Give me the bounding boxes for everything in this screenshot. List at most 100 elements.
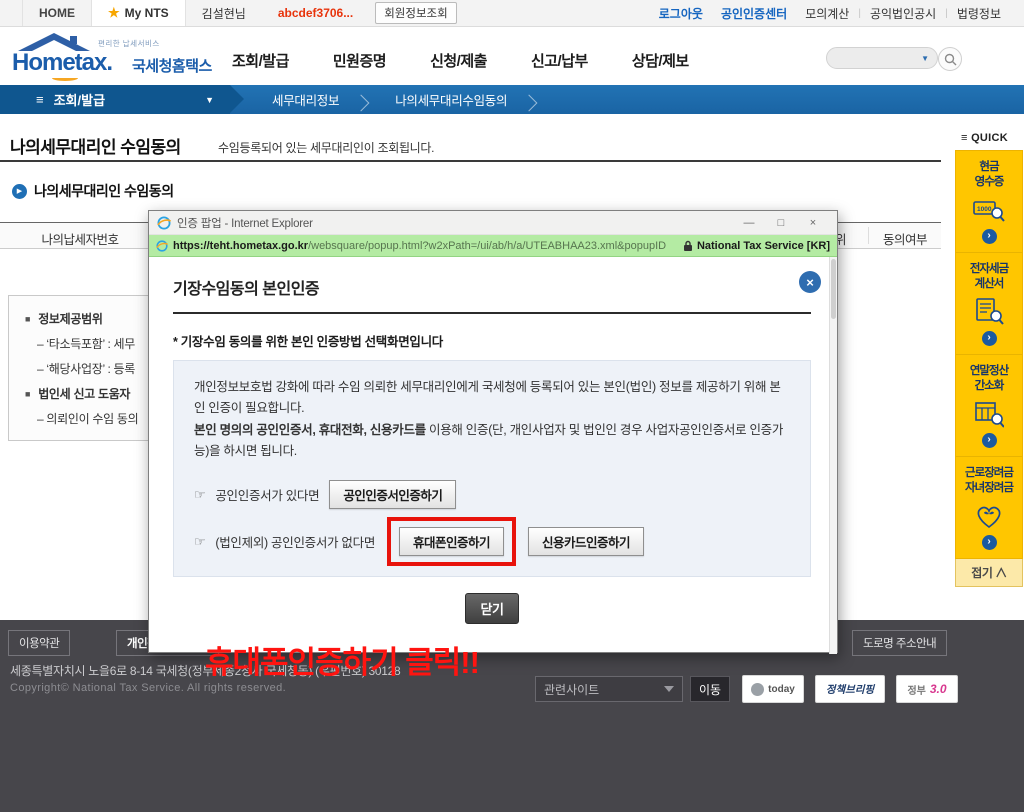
popup-heading-divider [173,312,811,314]
breadcrumb-item-tax-agent-info[interactable]: 세무대리정보 [258,90,381,109]
cert-center-link[interactable]: 공인인증센터 [712,5,796,22]
quick-item-cash-receipt[interactable]: 현금 영수증 1000 › [956,151,1022,253]
username-text: 김설현님 [201,6,246,21]
popup-address-bar[interactable]: https://teht.hometax.go.kr /websquare/po… [149,235,837,257]
popup-notice: * 기장수임 동의를 위한 본인 인증방법 선택화면입니다 [173,335,444,349]
search-caret-icon[interactable]: ▼ [921,54,929,63]
nav-inquiry-issue[interactable]: 조회/발급 [232,50,289,71]
popup-heading: 기장수임동의 본인인증 [173,281,320,298]
page-subtitle: 수임등록되어 있는 세무대리인이 조회됩니다. [218,141,435,155]
popup-body: 기장수임동의 본인인증 * 기장수임 동의를 위한 본인 인증방법 선택화면입니… [149,257,837,680]
auth-paragraph-2: 본인 명의의 공인인증서, 휴대전화, 신용카드를 이용해 인증(단, 개인사업… [194,422,784,458]
law-info-link[interactable]: 법령정보 [948,5,1010,22]
e-tax-invoice-icon [972,297,1006,327]
maximize-icon[interactable]: □ [765,217,797,229]
quick-fold-button[interactable]: 접기 ∧ [955,558,1023,587]
hamburger-icon: ≡ [36,92,44,107]
square-bullet-icon: ■ [25,389,31,399]
quick-panel: 현금 영수증 1000 › 전자세금 계산서 › 연말정산 간소화 › 근로장려… [955,150,1023,559]
incentive-heart-icon [972,501,1006,531]
road-address-button[interactable]: 도로명 주소안내 [852,630,948,656]
quick-item-work-child-incentive[interactable]: 근로장려금 자녀장려금 › [956,457,1022,558]
mynts-tab[interactable]: ★ My NTS [92,0,186,26]
quick-arrow-icon: › [981,534,997,550]
cert-auth-button[interactable]: 공인인증서인증하기 [329,480,457,509]
hometax-page: HOME ★ My NTS 김설현님 abcdef3706... 회원정보조회 … [0,0,1024,812]
nav-apply-submit[interactable]: 신청/제출 [430,50,487,71]
auth-popup-window: 인증 팝업 - Internet Explorer — □ × https://… [148,210,838,680]
related-sites-select[interactable]: 관련사이트 [535,676,683,702]
credit-card-auth-button[interactable]: 신용카드인증하기 [528,527,645,556]
svg-text:1000: 1000 [977,206,992,213]
breadcrumb-menu-dropdown[interactable]: ≡ 조회/발급 ▼ [0,85,244,114]
utility-topbar: HOME ★ My NTS 김설현님 abcdef3706... 회원정보조회 … [0,0,1024,27]
topbar-links: 로그아웃 공인인증센터 모의계산 | 공익법인공시 | 법령정보 [650,0,1010,26]
quick-sidebar: ≡ QUICK 현금 영수증 1000 › 전자세금 계산서 › 연말정산 간소… [955,132,1023,587]
no-cert-label: (법인제외) 공인인증서가 없다면 [215,536,376,550]
year-end-settlement-icon [972,399,1006,429]
auth-paragraph-2-bold: 본인 명의의 공인인증서, 휴대전화, 신용카드를 [194,422,426,437]
section-header: ▶ 나의세무대리인 수임동의 [12,181,174,201]
site-header: 편리한 납세서비스 Hometax. 국세청홈택스 조회/발급 민원증명 신청/… [0,28,1024,85]
gov-today-badge[interactable]: today [742,675,804,703]
breadcrumb-root-label: 조회/발급 [53,93,106,108]
breadcrumb-item-my-consent[interactable]: 나의세무대리수임동의 [381,90,549,109]
logo-subtext: 국세청홈택스 [132,58,212,75]
popup-window-title: 인증 팝업 - Internet Explorer [177,217,313,230]
quick-arrow-icon: › [981,432,997,448]
popup-titlebar[interactable]: 인증 팝업 - Internet Explorer — □ × [149,211,837,235]
popup-scrollbar[interactable] [829,257,837,654]
certificate-label[interactable]: National Tax Service [KR] [683,240,830,252]
popup-close-icon[interactable]: × [799,271,821,293]
pointing-hand-icon: ☞ [194,486,206,502]
padlock-icon [683,240,692,251]
gov-today-logo-icon [751,682,765,696]
column-divider [868,227,869,244]
breadcrumb: 세무대리정보 나의세무대리수임동의 [258,85,549,114]
quick-item-year-end-settlement[interactable]: 연말정산 간소화 › [956,355,1022,457]
nav-civil-cert[interactable]: 민원증명 [333,50,387,71]
scrollbar-thumb[interactable] [831,259,836,319]
quick-item-e-tax-invoice[interactable]: 전자세금 계산서 › [956,253,1022,355]
public-corp-link[interactable]: 공익법인공시 [861,5,945,22]
mynts-label: My NTS [124,6,169,20]
section-title: 나의세무대리인 수임동의 [34,183,174,199]
phone-auth-button[interactable]: 휴대폰인증하기 [399,527,505,556]
search-input[interactable]: ▼ [826,47,938,69]
window-controls: — □ × [733,217,829,229]
logout-link[interactable]: 로그아웃 [650,5,712,22]
terms-button[interactable]: 이용약관 [8,630,71,656]
member-info-button[interactable]: 회원정보조회 [375,2,457,24]
ie-icon [157,216,171,229]
logo-text: Hometax. [12,49,113,76]
mock-calc-link[interactable]: 모의계산 [796,5,858,22]
select-caret-icon [664,686,674,692]
home-link[interactable]: HOME [22,0,92,26]
breadcrumb-bar: ≡ 조회/발급 ▼ 세무대리정보 나의세무대리수임동의 [0,85,1024,114]
search-button[interactable] [938,47,962,71]
col-taxpayer-number: 나의납세자번호 [41,233,119,247]
ie-icon [156,239,168,252]
col-consent: 동의여부 [882,233,928,247]
go-button[interactable]: 이동 [690,676,730,702]
phone-card-auth-row: ☞ (법인제외) 공인인증서가 없다면 휴대폰인증하기 신용카드인증하기 [194,517,790,566]
star-icon: ★ [108,5,120,20]
square-bullet-icon: ■ [25,314,31,324]
section-bullet-icon: ▶ [12,183,27,199]
url-domain: https://teht.hometax.go.kr [173,239,309,252]
gov30-badge[interactable]: 정부 3.0 [896,675,958,703]
auth-method-box: 개인정보보호법 강화에 따라 수임 의뢰한 세무대리인에게 국세청에 등록되어 … [173,360,811,577]
nav-report-pay[interactable]: 신고/납부 [531,50,588,71]
logo-tagline: 편리한 납세서비스 [98,39,160,48]
footer-copyright: Copyright© National Tax Service. All rig… [10,682,287,694]
quick-arrow-icon: › [981,330,997,346]
close-button[interactable]: 닫기 [464,593,520,624]
minimize-icon[interactable]: — [733,217,765,229]
logo-swoosh-decoration [52,75,78,81]
policy-briefing-badge[interactable]: 정책브리핑 [815,675,885,703]
close-window-icon[interactable]: × [797,217,829,229]
cert-auth-row: ☞ 공인인증서가 있다면 공인인증서인증하기 [194,480,790,509]
related-sites-label: 관련사이트 [544,682,600,697]
hometax-logo[interactable]: 편리한 납세서비스 Hometax. 국세청홈택스 [10,32,230,82]
nav-counsel-report[interactable]: 상담/제보 [632,50,689,71]
